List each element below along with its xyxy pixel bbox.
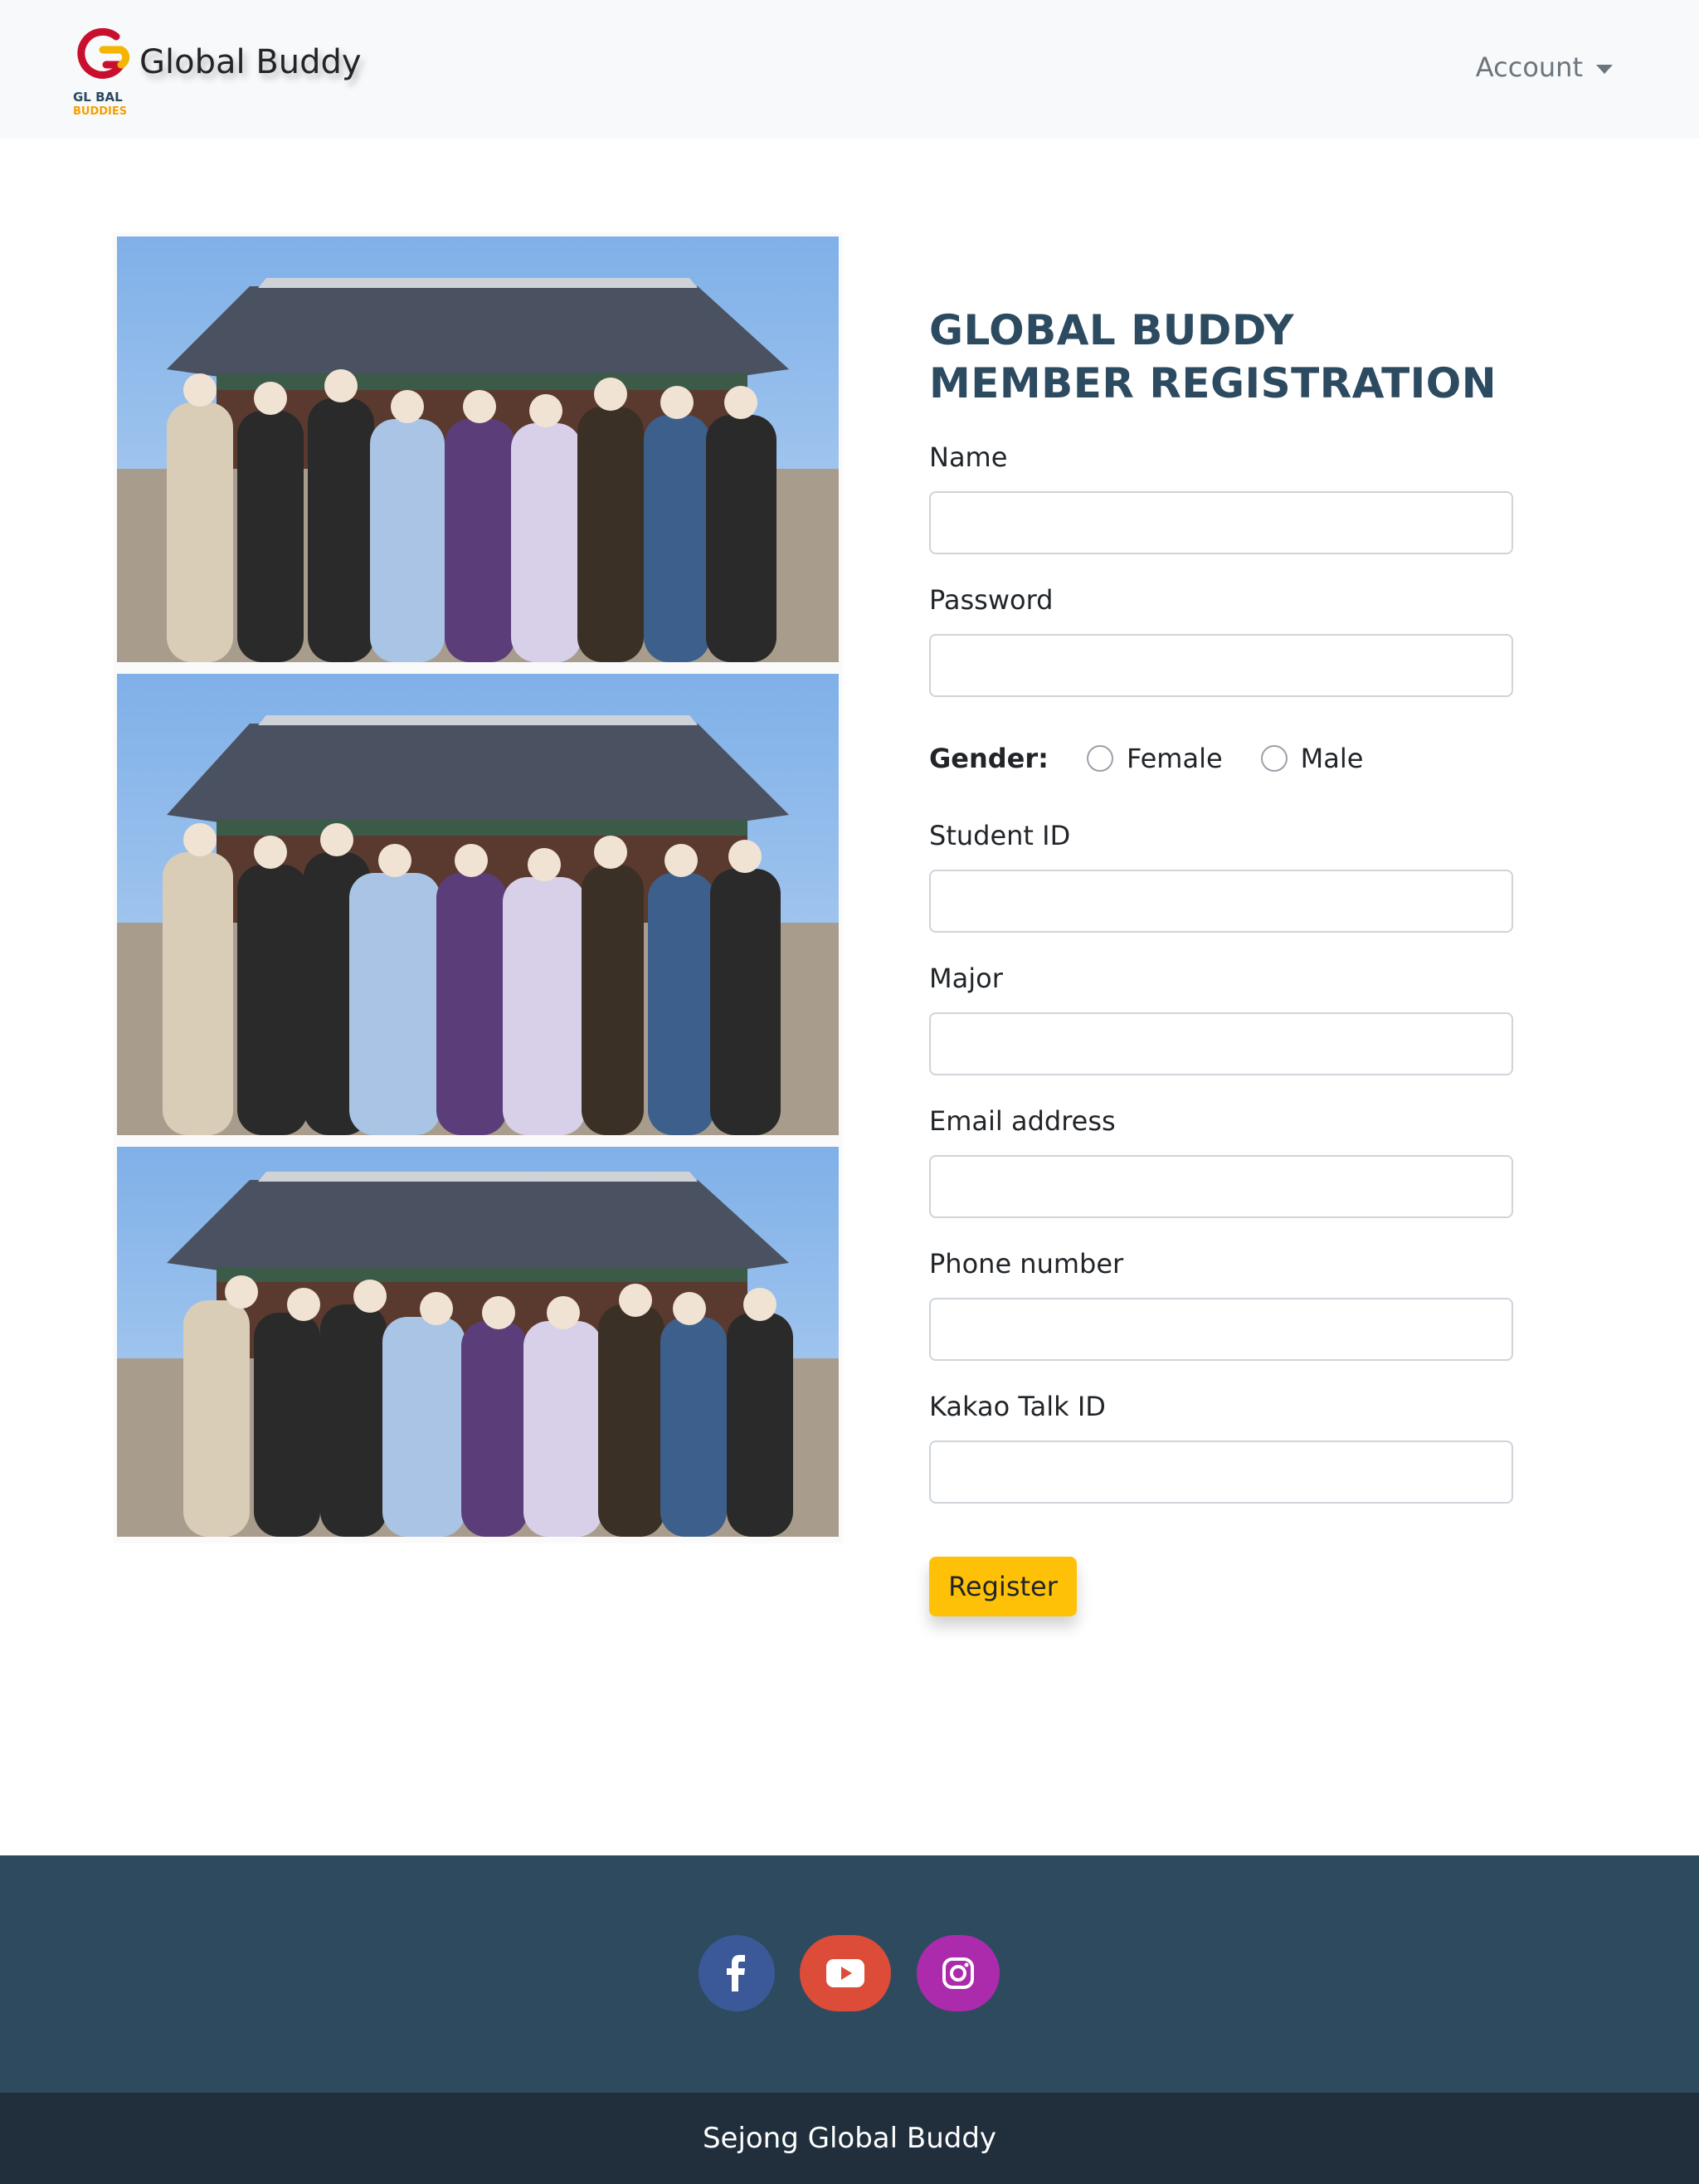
- phone-field[interactable]: [929, 1298, 1513, 1361]
- gender-label: Gender:: [929, 743, 1049, 774]
- navbar: GL BAL BUDDIES Global Buddy Account: [0, 0, 1699, 139]
- gender-option-label: Female: [1126, 743, 1223, 774]
- gender-option-male[interactable]: Male: [1260, 743, 1364, 774]
- kakao-id-field[interactable]: [929, 1441, 1513, 1504]
- photo-column: [113, 232, 843, 1543]
- bottom-bar: Sejong Global Buddy: [0, 2093, 1699, 2184]
- footer-copyright: Sejong Global Buddy: [702, 2122, 997, 2155]
- group-photo-2: [117, 674, 839, 1135]
- photo-image: [117, 236, 839, 662]
- instagram-icon: [942, 1957, 974, 1989]
- logo-text-global: GL BAL: [73, 90, 123, 105]
- facebook-icon: [727, 1955, 745, 1991]
- group-photo-3: [117, 1147, 839, 1537]
- page-title: GLOBAL BUDDY MEMBER REGISTRATION: [929, 306, 1497, 407]
- youtube-icon: [826, 1959, 864, 1987]
- radio-male[interactable]: [1260, 745, 1288, 772]
- radio-female[interactable]: [1086, 745, 1113, 772]
- phone-label: Phone number: [929, 1248, 1124, 1280]
- photo-image: [117, 1147, 839, 1537]
- instagram-button[interactable]: [917, 1935, 1000, 2011]
- kakao-label: Kakao Talk ID: [929, 1391, 1106, 1422]
- gender-group: Gender: Female Male: [929, 740, 1401, 777]
- email-field[interactable]: [929, 1155, 1513, 1218]
- youtube-button[interactable]: [800, 1935, 891, 2011]
- email-label: Email address: [929, 1105, 1116, 1137]
- logo-text-buddies: BUDDIES: [73, 105, 127, 118]
- name-label: Name: [929, 441, 1008, 473]
- major-field[interactable]: [929, 1012, 1513, 1075]
- account-dropdown[interactable]: Account: [1476, 51, 1613, 83]
- major-label: Major: [929, 963, 1003, 994]
- register-button[interactable]: Register: [929, 1557, 1077, 1616]
- name-field[interactable]: [929, 491, 1513, 554]
- gender-option-label: Male: [1300, 743, 1364, 774]
- photo-image: [117, 674, 839, 1135]
- footer: [0, 1855, 1699, 2093]
- password-field[interactable]: [929, 634, 1513, 697]
- global-buddies-logo[interactable]: GL BAL BUDDIES: [73, 22, 133, 118]
- gender-option-female[interactable]: Female: [1086, 743, 1223, 774]
- group-photo-1: [117, 236, 839, 662]
- chevron-down-icon: [1596, 64, 1613, 74]
- password-label: Password: [929, 584, 1054, 616]
- facebook-button[interactable]: [699, 1935, 775, 2011]
- account-label: Account: [1475, 51, 1583, 83]
- student-id-field[interactable]: [929, 870, 1513, 933]
- brand-name[interactable]: Global Buddy: [139, 43, 362, 81]
- student-id-label: Student ID: [929, 820, 1071, 851]
